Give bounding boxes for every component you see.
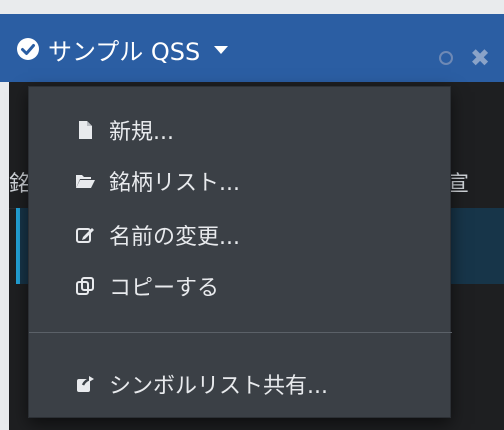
share-icon xyxy=(72,371,98,397)
menu-item-label: 銘柄リスト... xyxy=(109,171,240,196)
menu-item-symbol-list[interactable]: 銘柄リスト... xyxy=(29,159,452,203)
menu-divider xyxy=(29,332,452,333)
menu-item-rename[interactable]: 名前の変更... xyxy=(29,213,452,257)
title-bar: サンプル QSS ✖ xyxy=(0,14,504,82)
watchlist-title-dropdown[interactable]: サンプル QSS xyxy=(16,32,229,66)
caret-down-icon xyxy=(214,46,229,54)
menu-item-share-symbol-list[interactable]: シンボルリスト共有... xyxy=(29,362,452,406)
edit-icon xyxy=(72,222,98,248)
watchlist-dropdown-menu: 新規... 銘柄リスト... 名前の変更... コピーする シンボルリスト共有.… xyxy=(28,86,452,418)
menu-item-label: シンボルリスト共有... xyxy=(109,374,328,399)
close-icon[interactable]: ✖ xyxy=(470,44,498,72)
selected-row-accent xyxy=(16,208,20,284)
window-frame: サンプル QSS ✖ 銘 宣 新規... 銘柄リスト... 名前の変更... コ… xyxy=(0,0,504,430)
menu-item-label: 名前の変更... xyxy=(109,225,240,250)
watchlist-title: サンプル QSS xyxy=(48,37,201,66)
folder-open-icon xyxy=(72,168,98,194)
menu-item-label: コピーする xyxy=(109,276,220,301)
menu-item-new[interactable]: 新規... xyxy=(29,108,452,152)
copy-icon xyxy=(72,273,98,299)
menu-item-label: 新規... xyxy=(109,120,174,145)
circle-icon[interactable] xyxy=(439,51,453,65)
file-icon xyxy=(72,117,98,143)
menu-item-copy[interactable]: コピーする xyxy=(29,264,452,308)
check-circle-icon xyxy=(16,37,40,61)
